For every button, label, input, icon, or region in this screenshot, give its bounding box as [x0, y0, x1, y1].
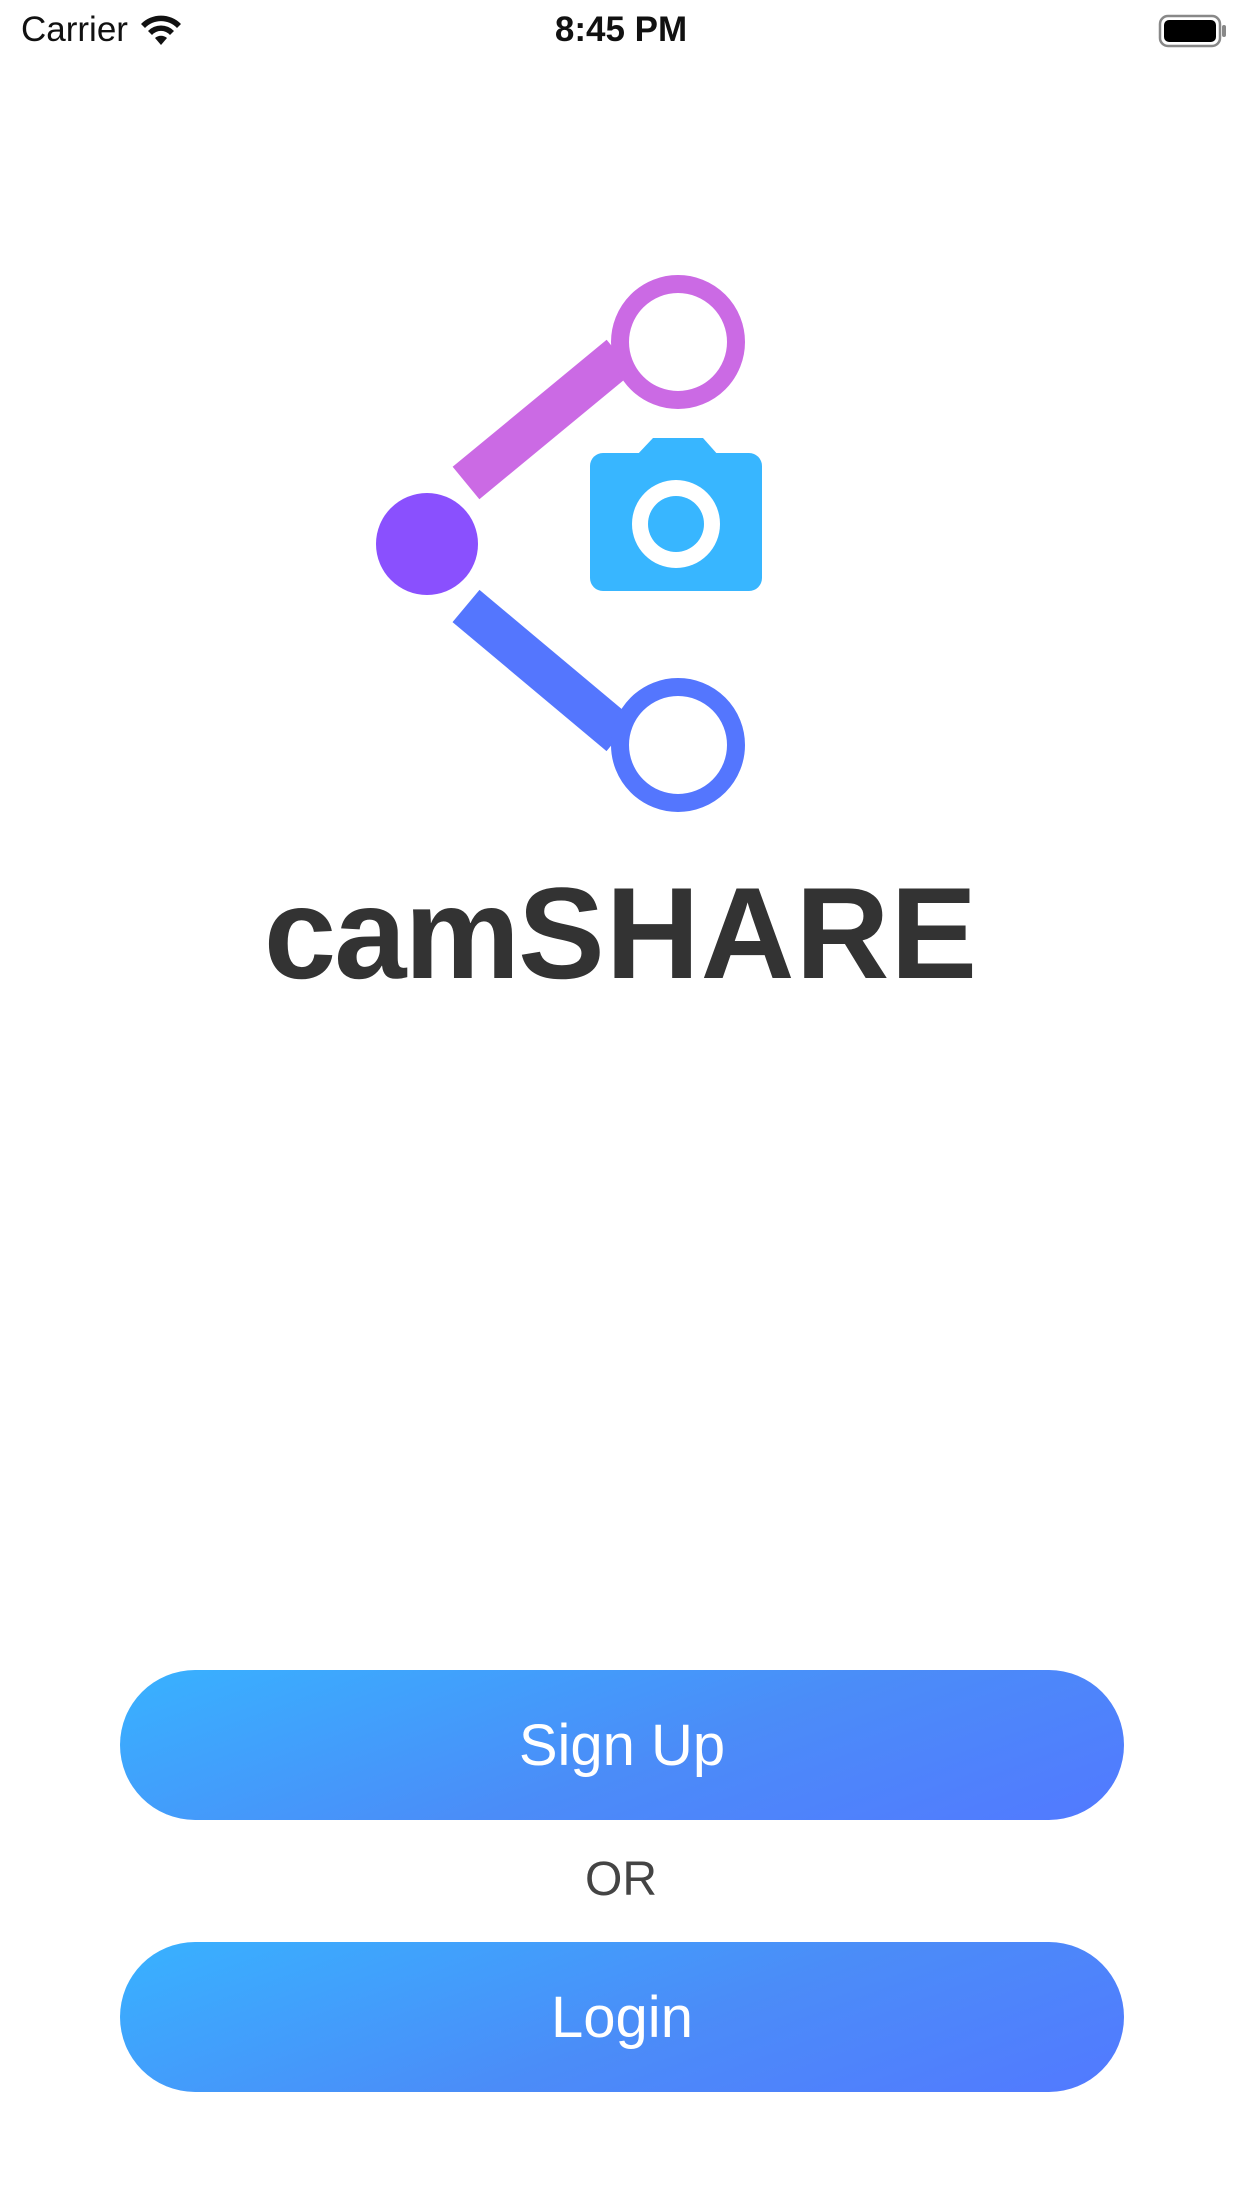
status-bar: Carrier 8:45 PM [0, 0, 1242, 62]
logo-center-node [376, 493, 478, 595]
login-button[interactable]: Login [120, 1942, 1124, 2092]
logo-lower-branch [452, 589, 634, 752]
or-divider-label: OR [585, 1853, 657, 1906]
status-time: 8:45 PM [554, 10, 688, 49]
share-camera-logo [370, 275, 762, 812]
wordmark-share: SHARE [518, 860, 979, 1006]
battery-full-icon [1158, 14, 1226, 48]
wordmark-cam: cam [263, 860, 520, 1006]
camera-icon [590, 438, 762, 591]
app-wordmark: camSHARE [0, 868, 1242, 998]
welcome-screen: Carrier 8:45 PM camSHARE Sign Up OR Logi… [0, 0, 1242, 2208]
sign-up-button[interactable]: Sign Up [120, 1670, 1124, 1820]
